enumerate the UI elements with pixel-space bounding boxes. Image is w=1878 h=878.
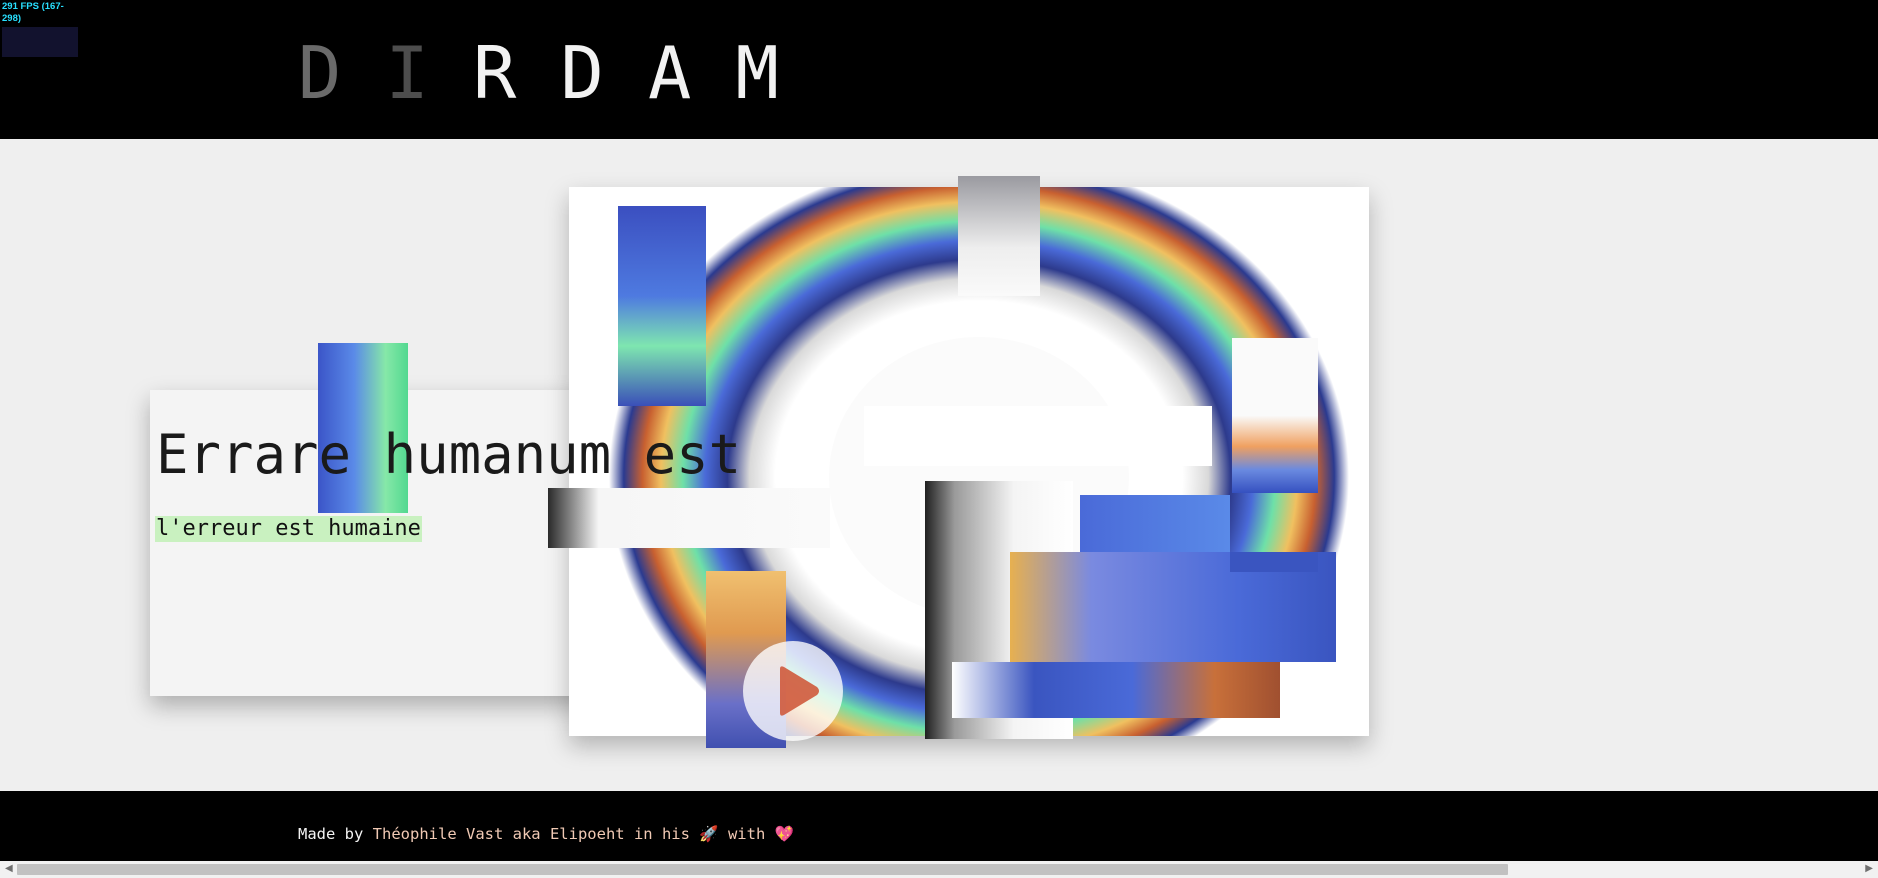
glitch-fragment: [864, 406, 1212, 466]
fps-label: 291 FPS (167-298): [2, 1, 64, 24]
author-link[interactable]: Théophile Vast aka Elipoeht in his: [373, 825, 690, 843]
fps-meter: 291 FPS (167-298): [2, 1, 78, 57]
logo-letter-d: D: [298, 31, 342, 115]
logo-letter-m: M: [735, 31, 779, 115]
glitch-fragment: [1232, 338, 1318, 493]
glitch-fragment: [618, 206, 706, 406]
glitch-fragment: [1080, 495, 1230, 553]
logo-letter-i: I: [385, 31, 429, 115]
site-logo[interactable]: DIRDAM: [298, 30, 823, 116]
glitch-fragment: [952, 662, 1280, 718]
with-label: with: [727, 825, 766, 843]
play-button[interactable]: [743, 641, 843, 741]
play-icon: [780, 666, 819, 716]
made-by-label: Made by: [298, 825, 364, 843]
fps-graph: [2, 27, 78, 57]
logo-letter-a: A: [648, 31, 692, 115]
glitch-fragment: [548, 488, 830, 548]
scroll-left-icon[interactable]: ◀: [5, 863, 13, 874]
horizontal-scrollbar[interactable]: ◀ ▶: [0, 861, 1878, 878]
heart-icon: 💖: [774, 825, 794, 843]
site-footer: Made by Théophile Vast aka Elipoeht in h…: [0, 791, 1878, 861]
hero-subtitle: l'erreur est humaine: [155, 516, 422, 542]
logo-letter-r: R: [473, 31, 517, 115]
scrollbar-thumb[interactable]: [17, 864, 1508, 875]
glitch-fragment: [1230, 552, 1318, 572]
rocket-icon: 🚀: [699, 825, 719, 843]
footer-credit: Made by Théophile Vast aka Elipoeht in h…: [298, 825, 794, 843]
hero-title: Errare humanum est: [156, 423, 742, 486]
site-header: DIRDAM: [0, 0, 1878, 139]
logo-letter-d2: D: [560, 31, 604, 115]
scroll-right-icon[interactable]: ▶: [1865, 863, 1873, 874]
glitch-fragment: [958, 176, 1040, 296]
